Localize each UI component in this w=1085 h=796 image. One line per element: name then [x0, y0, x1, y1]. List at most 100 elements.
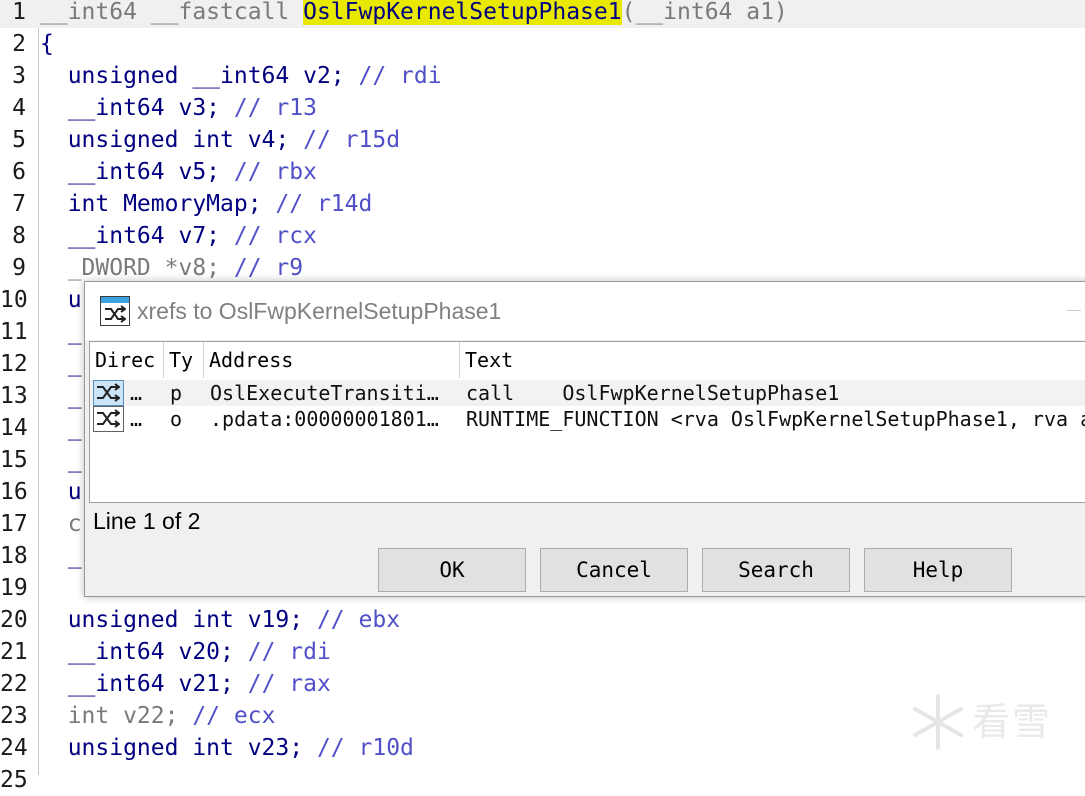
code-text: _: [40, 316, 82, 348]
code-line[interactable]: 9 _DWORD *v8; // r9: [0, 252, 1085, 284]
highlighted-function-name: OslFwpKernelSetupPhase1: [303, 0, 622, 25]
code-line[interactable]: 3 unsigned __int64 v2; // rdi: [0, 60, 1085, 92]
code-comment: // r15d: [303, 127, 401, 153]
xref-type: p: [170, 381, 183, 405]
code-text: __int64 v3; // r13: [40, 92, 317, 124]
line-number: 7: [12, 191, 26, 217]
ok-button[interactable]: OK: [378, 548, 526, 592]
code-text: _: [40, 348, 82, 380]
code-text: {: [40, 28, 54, 60]
search-button[interactable]: Search: [702, 548, 850, 592]
snowflake-icon: [913, 694, 963, 750]
dialog-title: xrefs to OslFwpKernelSetupPhase1: [137, 298, 502, 324]
code-text: _: [40, 412, 82, 444]
code-line[interactable]: 7 int MemoryMap; // r14d: [0, 188, 1085, 220]
code-token: _: [40, 415, 82, 441]
code-token: _: [40, 319, 82, 345]
code-token: unsigned int v4;: [40, 127, 304, 153]
code-token: __int64 v7;: [40, 223, 234, 249]
code-text: __int64 v7; // rcx: [40, 220, 317, 252]
code-token: u: [40, 287, 82, 313]
code-token: (__int64 a1): [621, 0, 788, 25]
code-token: {: [40, 31, 54, 57]
line-number: 5: [12, 127, 26, 153]
code-token: unsigned int v19;: [40, 607, 317, 633]
code-text: _: [40, 380, 82, 412]
column-header-direction[interactable]: Direc: [90, 342, 164, 378]
minimize-icon[interactable]: [1067, 310, 1081, 311]
status-text: Line 1 of 2: [93, 508, 201, 534]
code-line[interactable]: 5 unsigned int v4; // r15d: [0, 124, 1085, 156]
column-header-address[interactable]: Address: [204, 342, 460, 378]
code-line[interactable]: 21 __int64 v20; // rdi: [0, 636, 1085, 668]
line-number: 15: [0, 447, 28, 473]
code-token: c: [40, 511, 82, 537]
code-text: __int64 v20; // rdi: [40, 636, 331, 668]
code-text: __int64 v5; // rbx: [40, 156, 317, 188]
code-line[interactable]: 6 __int64 v5; // rbx: [0, 156, 1085, 188]
line-number: 25: [0, 767, 28, 793]
code-token: unsigned int v23;: [40, 735, 317, 761]
xref-direction: …: [130, 381, 143, 405]
code-text: _: [40, 444, 82, 476]
code-token: unsigned __int64 v2;: [40, 63, 359, 89]
line-number: 24: [0, 735, 28, 761]
code-comment: // rdi: [358, 63, 442, 89]
code-text: __int64 __fastcall OslFwpKernelSetupPhas…: [40, 0, 788, 28]
xref-icon: [93, 406, 124, 432]
xrefs-list[interactable]: Direc Ty Address Text … p OslExecuteTransi…: [89, 341, 1085, 503]
code-comment: // r13: [233, 95, 317, 121]
code-token: u: [40, 479, 82, 505]
code-token: __int64 v21;: [40, 671, 248, 697]
code-text: unsigned int v4; // r15d: [40, 124, 400, 156]
xref-icon: [100, 296, 130, 326]
code-line[interactable]: 25: [0, 764, 1085, 796]
line-number: 21: [0, 639, 28, 665]
dialog-titlebar[interactable]: xrefs to OslFwpKernelSetupPhase1: [85, 282, 1085, 340]
line-number: 16: [0, 479, 28, 505]
line-number: 11: [0, 319, 28, 345]
code-text: unsigned int v19; // ebx: [40, 604, 400, 636]
code-comment: // r9: [233, 255, 304, 281]
code-text: unsigned __int64 v2; // rdi: [40, 60, 442, 92]
watermark-text: 看雪: [972, 700, 1053, 744]
line-number: 13: [0, 383, 28, 409]
code-comment: // r10d: [316, 735, 414, 761]
column-header-type[interactable]: Ty: [164, 342, 204, 378]
code-line[interactable]: 4 __int64 v3; // r13: [0, 92, 1085, 124]
code-comment: // rcx: [233, 223, 317, 249]
xref-address: OslExecuteTransiti…: [210, 381, 439, 405]
code-comment: // rax: [247, 671, 331, 697]
line-number: 20: [0, 607, 28, 633]
column-header-text[interactable]: Text: [460, 342, 1085, 378]
line-number: 2: [12, 31, 26, 57]
xref-direction: …: [130, 407, 143, 431]
code-token: _: [40, 543, 82, 569]
code-line[interactable]: 20 unsigned int v19; // ebx: [0, 604, 1085, 636]
xref-row[interactable]: … o .pdata:00000001801… RUNTIME_FUNCTION <r…: [90, 406, 1085, 432]
cancel-button[interactable]: Cancel: [540, 548, 688, 592]
xref-row[interactable]: … p OslExecuteTransiti… call OslFwpKernelSe…: [90, 380, 1085, 406]
line-number: 18: [0, 543, 28, 569]
code-comment: // ecx: [192, 703, 276, 729]
line-number: 17: [0, 511, 28, 537]
code-comment: // rdi: [247, 639, 331, 665]
xrefs-dialog[interactable]: xrefs to OslFwpKernelSetupPhase1 Direc T…: [84, 281, 1085, 597]
line-number: 12: [0, 351, 28, 377]
code-line[interactable]: 8 __int64 v7; // rcx: [0, 220, 1085, 252]
line-number: 19: [0, 575, 28, 601]
help-button[interactable]: Help: [864, 548, 1012, 592]
code-token: int v22;: [40, 703, 193, 729]
code-text: __int64 v21; // rax: [40, 668, 331, 700]
line-number: 10: [0, 287, 28, 313]
code-text: int MemoryMap; // r14d: [40, 188, 373, 220]
code-text: u: [40, 284, 82, 316]
code-line[interactable]: 1 __int64 __fastcall OslFwpKernelSetupPha…: [0, 0, 1085, 28]
code-token: __int64 v5;: [40, 159, 234, 185]
code-line[interactable]: 2{: [0, 28, 1085, 60]
code-text: _DWORD *v8; // r9: [40, 252, 303, 284]
code-token: __int64 v20;: [40, 639, 248, 665]
code-token: int MemoryMap;: [40, 191, 276, 217]
xref-text: RUNTIME_FUNCTION <rva OslFwpKernelSetupP…: [466, 407, 1085, 431]
watermark: 看雪: [908, 692, 1068, 752]
